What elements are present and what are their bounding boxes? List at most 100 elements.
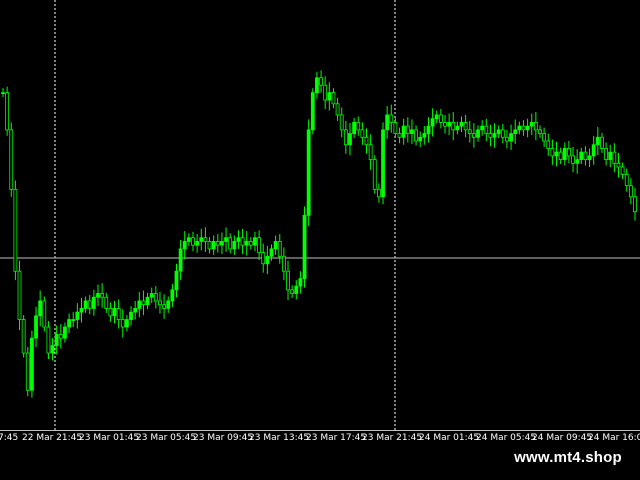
candle: [364, 128, 369, 154]
candle: [236, 230, 241, 249]
candle: [451, 111, 456, 141]
candle: [306, 119, 311, 226]
candle: [224, 227, 228, 252]
candle: [360, 122, 365, 145]
candle: [141, 290, 146, 316]
candle: [13, 180, 18, 281]
candle: [96, 284, 100, 307]
candle: [422, 126, 427, 145]
candle: [248, 236, 253, 250]
time-tick-label: 24 Mar 01:45: [419, 433, 480, 443]
candle: [331, 88, 336, 109]
candle: [137, 292, 142, 318]
watermark-text: www.mt4.shop: [496, 444, 640, 472]
candle: [149, 287, 154, 304]
candle: [343, 120, 348, 154]
time-tick-label: 23 Mar 05:45: [136, 433, 197, 443]
candle: [571, 146, 575, 173]
candle: [315, 71, 319, 99]
candle: [368, 134, 373, 171]
candle: [616, 152, 621, 178]
candle: [30, 330, 34, 398]
candle: [414, 125, 418, 146]
time-tick-label: 24 Mar 16:00: [588, 433, 640, 443]
candle: [83, 296, 88, 313]
candle: [517, 121, 522, 135]
candle: [125, 315, 129, 332]
candle: [261, 243, 266, 273]
candle: [492, 123, 497, 148]
candle: [385, 106, 390, 139]
candle: [310, 88, 315, 135]
candle: [240, 228, 245, 255]
candle: [25, 347, 30, 397]
candle: [63, 322, 67, 343]
candle: [112, 300, 117, 324]
candle: [542, 127, 547, 147]
candle: [1, 88, 5, 98]
candle: [389, 104, 394, 133]
candle: [186, 233, 191, 246]
candle: [17, 260, 22, 330]
candle: [476, 125, 480, 142]
candle: [232, 235, 237, 255]
candle: [104, 292, 109, 313]
candle: [509, 124, 513, 150]
candle: [335, 97, 340, 121]
price-chart[interactable]: [0, 0, 640, 430]
candle: [484, 118, 489, 141]
candle: [604, 142, 608, 166]
candle: [277, 234, 282, 264]
candle: [158, 292, 162, 314]
candle: [438, 109, 443, 129]
candle: [120, 309, 125, 338]
candle: [628, 178, 633, 205]
candle: [67, 313, 71, 333]
candle: [323, 76, 328, 110]
time-tick-label: 23 Mar 01:45: [79, 433, 140, 443]
candle: [265, 245, 270, 275]
candle: [220, 232, 224, 255]
candle: [281, 247, 286, 281]
candle: [174, 263, 179, 298]
candle: [145, 292, 150, 310]
candle: [496, 125, 501, 139]
candle: [447, 113, 452, 136]
candle: [253, 231, 257, 252]
candle: [583, 146, 588, 166]
candle: [182, 231, 187, 260]
candle: [290, 285, 295, 298]
candle: [21, 315, 26, 358]
candle: [191, 231, 195, 252]
candle: [319, 70, 323, 93]
candle: [244, 231, 249, 256]
candle: [600, 132, 604, 153]
candle: [624, 168, 629, 192]
candle: [348, 123, 352, 156]
candle: [273, 235, 278, 255]
candle: [153, 286, 158, 309]
candle: [575, 149, 580, 174]
candle: [170, 283, 175, 307]
candle: [418, 131, 423, 147]
candle: [352, 117, 357, 139]
time-tick-label: 24 Mar 05:45: [476, 433, 537, 443]
candle: [620, 162, 625, 179]
candle: [100, 283, 105, 308]
time-tick-label: 24 Mar 09:45: [532, 433, 593, 443]
candle: [207, 236, 212, 254]
candle: [405, 117, 410, 143]
candle: [91, 289, 96, 316]
candle: [558, 147, 563, 165]
candle: [166, 296, 171, 313]
candle: [554, 141, 559, 167]
candle: [376, 183, 381, 203]
candle: [294, 280, 299, 300]
candle: [472, 123, 476, 148]
candle: [455, 121, 460, 135]
candle: [513, 119, 518, 144]
candle: [488, 124, 493, 147]
time-tick-label: 23 Mar 13:45: [249, 433, 310, 443]
candle: [397, 127, 402, 144]
time-tick-label: 23 Mar 17:45: [306, 433, 367, 443]
